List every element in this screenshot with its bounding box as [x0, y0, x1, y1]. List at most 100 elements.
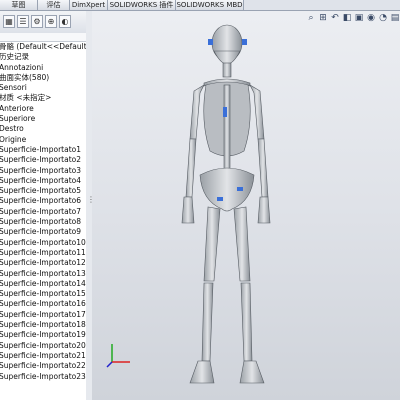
selection-highlight [208, 39, 213, 45]
tree-item[interactable]: Destro [0, 124, 86, 134]
property-manager-icon[interactable]: ☰ [17, 15, 29, 28]
tree-item[interactable]: Superficie-Importato10 [0, 238, 86, 248]
tree-item-label: Superficie-Importato21 [0, 350, 86, 360]
tree-item[interactable]: Superficie-Importato4 [0, 176, 86, 186]
left-hand [181, 196, 195, 224]
tree-item-label: Superficie-Importato6 [0, 196, 82, 206]
right-femur [233, 206, 251, 282]
tree-item[interactable]: Superficie-Importato23 [0, 372, 86, 382]
tree-item-label: Superficie-Importato23 [0, 371, 86, 381]
tree-item[interactable]: Superficie-Importato22 [0, 361, 86, 371]
right-upper-arm [249, 84, 265, 140]
tree-item-label: Superficie-Importato10 [0, 237, 86, 247]
dimxpert-icon[interactable]: ⊕ [45, 15, 57, 28]
tree-item-label: Superficie-Importato11 [0, 247, 86, 257]
selection-highlight [217, 197, 223, 201]
tree-item[interactable]: Superficie-Importato12 [0, 258, 86, 268]
tree-item[interactable]: Superficie-Importato17 [0, 310, 86, 320]
selection-highlight [223, 107, 227, 117]
feature-tree: 骨骼 (Default<<Default 历史记录 Annotazioni 曲面实体(… [0, 42, 86, 382]
tree-item[interactable]: Annotazioni [0, 63, 86, 73]
tree-item[interactable]: 骨骼 (Default<<Default [0, 42, 86, 52]
tree-item-label: Superficie-Importato12 [0, 258, 86, 268]
tree-item[interactable]: Superficie-Importato14 [0, 279, 86, 289]
tree-item[interactable]: Superficie-Importato1 [0, 145, 86, 155]
tree-item-label: Superficie-Importato17 [0, 309, 86, 319]
feature-manager-icon[interactable]: ▦ [3, 15, 15, 28]
tree-item-label: Superficie-Importato19 [0, 330, 86, 340]
left-foot [189, 360, 215, 384]
selection-highlight [237, 187, 243, 191]
right-forearm [257, 138, 269, 198]
tab-solidworks-mbd[interactable]: SOLIDWORKS MBD [176, 0, 244, 10]
tab-solidworks-addins[interactable]: SOLIDWORKS 插件 [108, 0, 176, 10]
reference-triad-icon [106, 344, 130, 368]
tree-item[interactable]: Superficie-Importato16 [0, 299, 86, 309]
spine [223, 84, 231, 178]
tree-item-label: Superficie-Importato5 [0, 186, 82, 196]
tab-dimxpert[interactable]: DimXpert [70, 0, 108, 10]
jaw [213, 50, 241, 65]
tree-item[interactable]: Superficie-Importato3 [0, 166, 86, 176]
left-femur [203, 206, 221, 282]
tree-item[interactable]: Superficie-Importato20 [0, 341, 86, 351]
display-manager-icon[interactable]: ◐ [59, 15, 71, 28]
tree-item[interactable]: Superficie-Importato18 [0, 320, 86, 330]
right-hand [257, 196, 271, 224]
tree-filter[interactable] [0, 33, 86, 42]
configuration-manager-icon[interactable]: ⚙ [31, 15, 43, 28]
tree-item-label: 曲面实体(580) [0, 72, 50, 82]
tree-item[interactable]: Superficie-Importato19 [0, 330, 86, 340]
tree-item[interactable]: Superficie-Importato11 [0, 248, 86, 258]
skeleton-model[interactable] [92, 11, 400, 400]
tree-item-label: Superficie-Importato2 [0, 155, 82, 165]
tree-item-label: Sensori [0, 83, 27, 93]
left-tibia [201, 282, 214, 362]
left-upper-arm [189, 84, 205, 140]
tree-item-label: Superficie-Importato22 [0, 361, 86, 371]
cervical-spine [222, 62, 232, 78]
tree-item-label: Superficie-Importato1 [0, 144, 82, 154]
tree-item-label: Superficie-Importato3 [0, 165, 82, 175]
tree-item-label: Destro [0, 124, 24, 134]
tree-item[interactable]: Superiore [0, 114, 86, 124]
tree-item[interactable]: Superficie-Importato2 [0, 155, 86, 165]
tree-item-label: 材质 <未指定> [0, 93, 52, 103]
tree-item-label: Origine [0, 134, 27, 144]
tree-item-label: 骨骼 (Default<<Default [0, 42, 86, 51]
selection-highlight [242, 39, 247, 45]
command-manager-tabs: 草图 评估 DimXpert SOLIDWORKS 插件 SOLIDWORKS … [0, 0, 400, 11]
tree-item[interactable]: 材质 <未指定> [0, 93, 86, 103]
tree-item-label: Annotazioni [0, 62, 44, 72]
tree-item[interactable]: Superficie-Importato13 [0, 269, 86, 279]
tab-evaluate[interactable]: 评估 [38, 0, 70, 10]
tree-item-label: Superficie-Importato14 [0, 278, 86, 288]
pelvis [199, 167, 255, 212]
tree-item-label: Superficie-Importato13 [0, 268, 86, 278]
tree-item[interactable]: Superficie-Importato21 [0, 351, 86, 361]
tree-item[interactable]: Origine [0, 135, 86, 145]
tree-item-label: Superficie-Importato15 [0, 289, 86, 299]
tree-item[interactable]: Anteriore [0, 104, 86, 114]
tree-item[interactable]: 历史记录 [0, 52, 86, 62]
tree-item[interactable]: Superficie-Importato8 [0, 217, 86, 227]
tree-item[interactable]: Superficie-Importato5 [0, 186, 86, 196]
tree-item[interactable]: Superficie-Importato6 [0, 196, 86, 206]
tree-item-label: Superficie-Importato8 [0, 217, 82, 227]
feature-manager-panel: ▦ ☰ ⚙ ⊕ ◐ 骨骼 (Default<<Default 历史记录 Annota… [0, 11, 87, 400]
graphics-area[interactable]: ⌕ ⊞ ↶ ◧ ▣ ◉ ◔ ▤ [92, 11, 400, 400]
tree-item-label: 历史记录 [0, 52, 29, 62]
tree-item[interactable]: Superficie-Importato7 [0, 207, 86, 217]
collapse-grip-icon[interactable]: ⋮ [87, 196, 95, 215]
tree-item[interactable]: 曲面实体(580) [0, 73, 86, 83]
tree-item[interactable]: Sensori [0, 83, 86, 93]
tree-item-label: Superficie-Importato18 [0, 320, 86, 330]
tab-sketch[interactable]: 草图 [0, 0, 38, 10]
left-forearm [185, 138, 197, 198]
tree-item-label: Superiore [0, 114, 36, 124]
tree-item-label: Superficie-Importato7 [0, 206, 82, 216]
tree-item[interactable]: Superficie-Importato9 [0, 227, 86, 237]
tree-item-label: Superficie-Importato9 [0, 227, 82, 237]
tree-item[interactable]: Superficie-Importato15 [0, 289, 86, 299]
right-tibia [240, 282, 253, 362]
